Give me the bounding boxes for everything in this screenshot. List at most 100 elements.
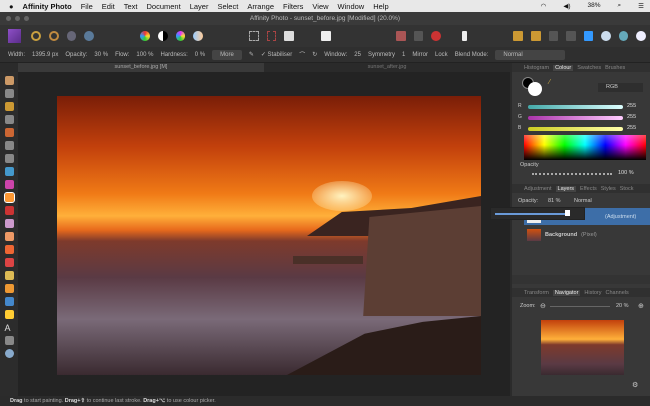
invert-selection-icon[interactable] (284, 31, 294, 41)
node-tool-icon[interactable] (4, 297, 14, 306)
tab-channels[interactable]: Channels (606, 290, 629, 296)
erase-tool-icon[interactable] (4, 232, 14, 241)
slider-knob[interactable] (565, 210, 570, 216)
develop-persona-icon[interactable] (49, 31, 59, 41)
blue-value[interactable]: 255 (627, 125, 636, 131)
colour-spectrum[interactable] (524, 135, 646, 160)
symmetry-count[interactable]: 1 (402, 52, 405, 58)
text-tool-icon[interactable]: A (5, 323, 14, 333)
flood-select-icon[interactable] (4, 141, 14, 150)
zoom-button[interactable] (24, 16, 29, 21)
battery-status[interactable]: 38% (588, 2, 601, 10)
rope-mode-icon[interactable]: ⌒ (299, 50, 305, 59)
menu-document[interactable]: Document (147, 2, 181, 11)
tone-mapping-persona-icon[interactable] (66, 31, 77, 41)
blur-tool-icon[interactable] (4, 245, 14, 254)
boolean-add-icon[interactable] (601, 31, 611, 41)
hardness-field[interactable]: 0 % (195, 52, 205, 58)
view-tool-icon[interactable] (4, 336, 14, 345)
deselect-icon[interactable] (266, 31, 277, 41)
colour-model-select[interactable]: RGB (598, 83, 643, 92)
shape-tool-icon[interactable] (4, 310, 14, 319)
colour-opacity-slider[interactable] (532, 173, 612, 175)
flow-field[interactable]: 100 % (136, 52, 153, 58)
menu-filters[interactable]: Filters (283, 2, 303, 11)
gradient-tool-icon[interactable] (4, 180, 14, 189)
width-field[interactable]: 1395.9 px (32, 52, 58, 58)
crop-tool-icon[interactable] (4, 115, 14, 124)
auto-white-balance-icon[interactable] (193, 31, 203, 41)
sunset-photo[interactable] (57, 96, 481, 375)
tab-brushes[interactable]: Brushes (605, 65, 625, 71)
quick-mask-icon[interactable] (321, 31, 331, 41)
move-tool-icon[interactable] (4, 89, 14, 98)
blue-slider[interactable] (528, 127, 623, 131)
window-field[interactable]: 25 (354, 52, 361, 58)
close-button[interactable] (6, 16, 11, 21)
auto-contrast-icon[interactable] (157, 31, 168, 41)
tab-histogram[interactable]: Histogram (524, 65, 549, 71)
hand-tool-icon[interactable] (4, 76, 14, 85)
zoom-slider[interactable] (550, 306, 610, 307)
menu-file[interactable]: File (81, 2, 93, 11)
menu-arrange[interactable]: Arrange (247, 2, 274, 11)
layer-blend-select[interactable]: Normal (574, 198, 592, 204)
menu-help[interactable]: Help (373, 2, 388, 11)
marquee-tool-icon[interactable] (4, 154, 14, 163)
red-slider[interactable] (528, 105, 623, 109)
assistant-icon[interactable] (462, 31, 468, 41)
liquify-persona-icon[interactable] (31, 31, 42, 41)
menu-layer[interactable]: Layer (190, 2, 209, 11)
app-menu[interactable]: Affinity Photo (23, 2, 72, 11)
primary-colour-swatch[interactable] (528, 82, 542, 96)
pen-tool-icon[interactable] (4, 284, 14, 293)
tab-sunset-before[interactable]: sunset_before.jpg [M] (18, 63, 264, 72)
tab-effects[interactable]: Effects (580, 186, 597, 192)
align-icon[interactable] (583, 31, 594, 41)
menu-view[interactable]: View (312, 2, 328, 11)
colour-opacity-value[interactable]: 100 % (618, 170, 634, 176)
magnet-icon[interactable] (431, 31, 441, 41)
paint-brush-icon[interactable] (3, 192, 15, 203)
green-slider[interactable] (528, 116, 623, 120)
gear-icon[interactable]: ⚙ (632, 381, 638, 389)
tab-styles[interactable]: Styles (601, 186, 616, 192)
symmetry-checkbox[interactable]: Symmetry (368, 52, 395, 58)
clone-tool-icon[interactable] (4, 219, 14, 228)
snapping-icon[interactable] (396, 31, 406, 41)
layer-opacity-field[interactable]: 81 % (548, 198, 561, 204)
colour-picker-tool-icon[interactable] (4, 102, 14, 111)
minimize-button[interactable] (15, 16, 20, 21)
zoom-tool-icon[interactable] (4, 349, 14, 358)
mirror-checkbox[interactable]: Mirror (412, 52, 428, 58)
search-icon[interactable]: ⌕ (618, 2, 622, 10)
canvas[interactable] (18, 72, 510, 396)
tab-transform[interactable]: Transform (524, 290, 549, 296)
menu-edit[interactable]: Edit (102, 2, 115, 11)
zoom-out-icon[interactable]: ⊖ (540, 302, 546, 310)
arrange-front-icon[interactable] (513, 31, 523, 41)
tab-stock[interactable]: Stock (620, 186, 634, 192)
arrange-forward-icon[interactable] (548, 31, 559, 41)
menu-text[interactable]: Text (124, 2, 138, 11)
boolean-intersect-icon[interactable] (636, 31, 646, 41)
wifi-icon[interactable]: ◠ (541, 2, 547, 10)
volume-icon[interactable]: ◀) (563, 2, 570, 10)
inpainting-tool-icon[interactable] (4, 271, 14, 280)
red-value[interactable]: 255 (627, 103, 636, 109)
apple-icon[interactable]: ● (9, 2, 14, 11)
zoom-value[interactable]: 20 % (616, 303, 629, 309)
tab-layers[interactable]: Layers (555, 185, 577, 192)
auto-levels-icon[interactable] (140, 31, 150, 41)
menu-window[interactable]: Window (338, 2, 365, 11)
export-persona-icon[interactable] (84, 31, 95, 41)
green-value[interactable]: 255 (627, 114, 636, 120)
zoom-in-icon[interactable]: ⊕ (638, 302, 644, 310)
dodge-tool-icon[interactable] (4, 206, 14, 215)
arrange-back-icon[interactable] (530, 31, 541, 41)
red-eye-tool-icon[interactable] (4, 258, 14, 267)
arrange-backward-icon[interactable] (566, 31, 576, 41)
layer-row-background[interactable]: Background (Pixel) (524, 226, 650, 243)
flood-fill-icon[interactable] (4, 167, 14, 176)
more-button[interactable]: More (212, 49, 242, 60)
